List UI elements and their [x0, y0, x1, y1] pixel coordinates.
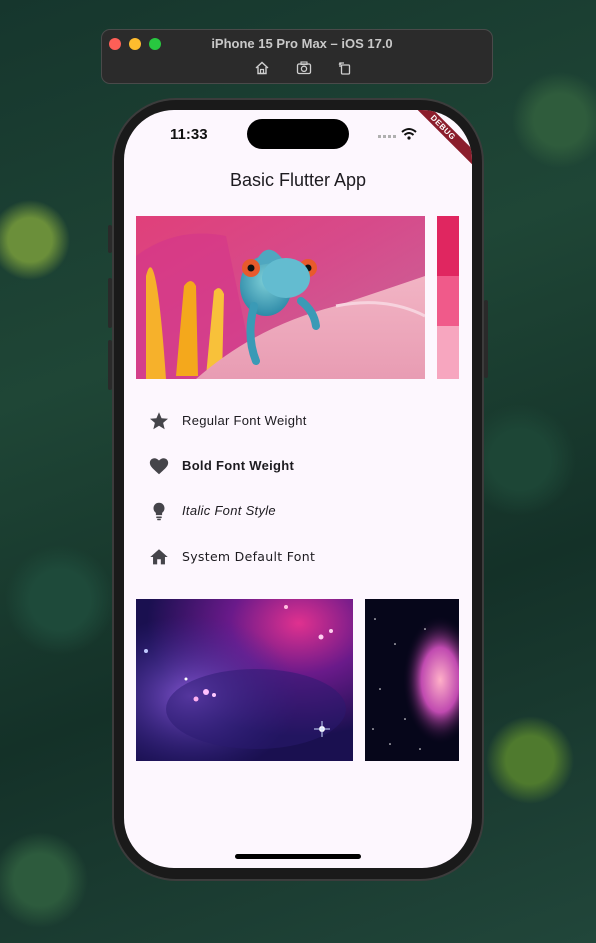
- wifi-icon: [401, 128, 417, 140]
- app-bar-title: Basic Flutter App: [229, 170, 367, 190]
- home-icon: [148, 546, 170, 568]
- star-icon: [148, 410, 170, 432]
- home-indicator[interactable]: [235, 854, 361, 859]
- cellular-icon: [378, 135, 396, 138]
- list-item-italic[interactable]: Italic Font Style: [148, 500, 448, 524]
- volume-down-button: [108, 340, 112, 390]
- volume-up-button: [108, 278, 112, 328]
- nebula-image[interactable]: [136, 599, 353, 761]
- phone-screen: 11:33 DEBUG Basic Flutter App Regular Fo…: [124, 110, 472, 868]
- chameleon-image[interactable]: [136, 216, 425, 379]
- galaxy-image[interactable]: [365, 599, 459, 761]
- status-time: 11:33: [170, 126, 208, 143]
- list-item-bold[interactable]: Bold Font Weight: [148, 455, 448, 479]
- bottom-carousel[interactable]: [136, 599, 459, 761]
- dynamic-island: [247, 119, 349, 149]
- list-item-label: System Default Font: [182, 549, 316, 564]
- heart-icon: [148, 455, 170, 477]
- screenshot-icon[interactable]: [295, 59, 313, 77]
- top-carousel[interactable]: [136, 216, 459, 379]
- mute-switch: [108, 225, 112, 253]
- list-item-label: Regular Font Weight: [182, 413, 307, 428]
- simulator-toolbar: iPhone 15 Pro Max – iOS 17.0: [101, 29, 493, 84]
- list-item-regular[interactable]: Regular Font Weight: [148, 410, 448, 434]
- list-item-default[interactable]: System Default Font: [148, 546, 448, 570]
- lightbulb-icon: [148, 500, 170, 522]
- list-item-label: Bold Font Weight: [182, 458, 295, 473]
- rotate-icon[interactable]: [336, 59, 354, 77]
- power-button: [484, 300, 488, 378]
- list-item-label: Italic Font Style: [182, 503, 276, 518]
- status-icons: [378, 127, 434, 141]
- flower-image[interactable]: [437, 216, 459, 379]
- home-icon[interactable]: [253, 59, 271, 77]
- simulator-title: iPhone 15 Pro Max – iOS 17.0: [211, 36, 393, 51]
